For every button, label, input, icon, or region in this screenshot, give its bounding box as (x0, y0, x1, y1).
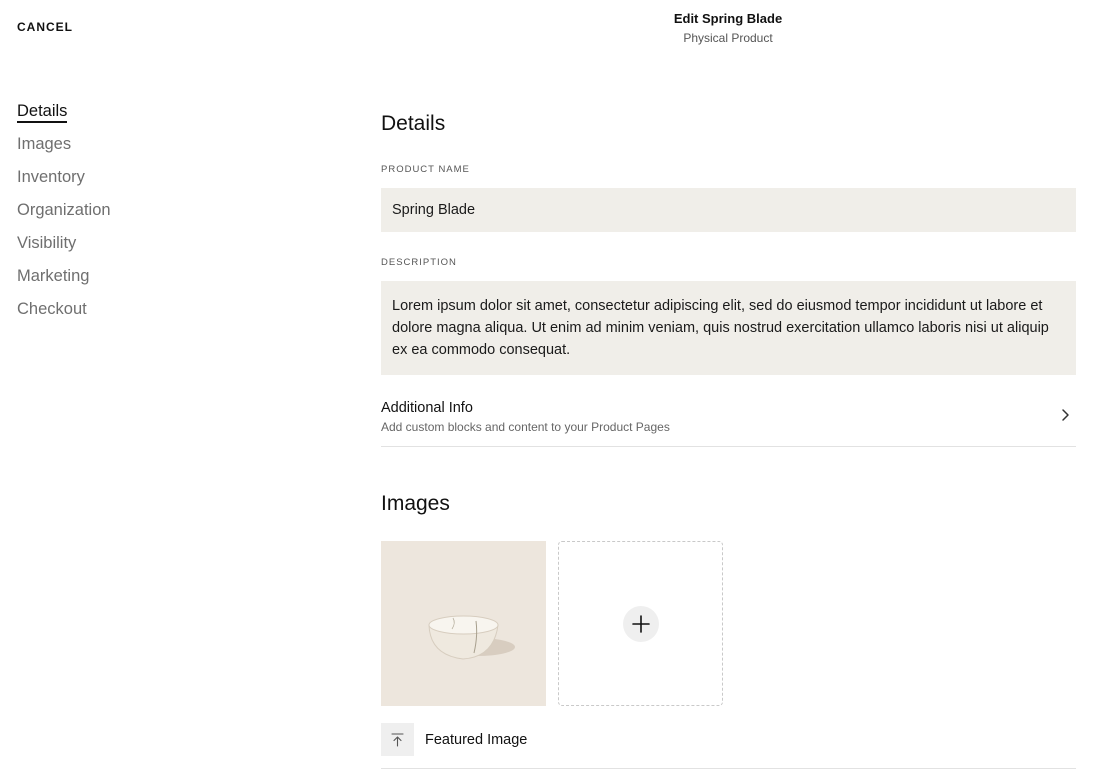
additional-info-row[interactable]: Additional Info Add custom blocks and co… (381, 398, 1076, 447)
sidebar-item-label: Organization (17, 201, 111, 219)
sidebar-item-inventory[interactable]: Inventory (17, 161, 111, 194)
set-featured-button[interactable] (381, 723, 414, 756)
page-subtitle: Physical Product (683, 31, 773, 45)
sidebar-nav: Details Images Inventory Organization Vi… (17, 95, 111, 326)
sidebar-item-checkout[interactable]: Checkout (17, 293, 111, 326)
plus-icon (632, 615, 650, 633)
images-heading: Images (381, 492, 450, 515)
product-name-field[interactable]: Spring Blade (381, 188, 1076, 232)
description-label: DESCRIPTION (381, 257, 457, 268)
arrow-up-to-line-icon (391, 733, 404, 747)
chevron-right-icon (1062, 409, 1069, 421)
add-image-button[interactable] (623, 606, 659, 642)
additional-info-subtitle: Add custom blocks and content to your Pr… (381, 420, 670, 434)
featured-image-row: Featured Image (381, 722, 1076, 769)
sidebar-item-label: Checkout (17, 300, 87, 318)
description-field[interactable]: Lorem ipsum dolor sit amet, consectetur … (381, 281, 1076, 375)
product-image-thumbnail[interactable] (381, 541, 546, 706)
sidebar-item-details[interactable]: Details (17, 95, 111, 128)
sidebar-item-label: Visibility (17, 234, 77, 252)
sidebar-item-visibility[interactable]: Visibility (17, 227, 111, 260)
product-name-label: PRODUCT NAME (381, 164, 470, 175)
add-image-tile[interactable] (558, 541, 723, 706)
sidebar-item-marketing[interactable]: Marketing (17, 260, 111, 293)
sidebar-item-label: Images (17, 135, 72, 153)
sidebar-item-label: Inventory (17, 168, 85, 186)
sidebar-item-organization[interactable]: Organization (17, 194, 111, 227)
sidebar-item-label: Marketing (17, 267, 90, 285)
featured-image-label: Featured Image (425, 732, 528, 748)
details-heading: Details (381, 112, 446, 135)
bowl-image (428, 615, 515, 660)
page-title: Edit Spring Blade (673, 11, 783, 26)
additional-info-title: Additional Info (381, 400, 473, 416)
sidebar-item-images[interactable]: Images (17, 128, 111, 161)
sidebar-item-label: Details (17, 102, 68, 123)
